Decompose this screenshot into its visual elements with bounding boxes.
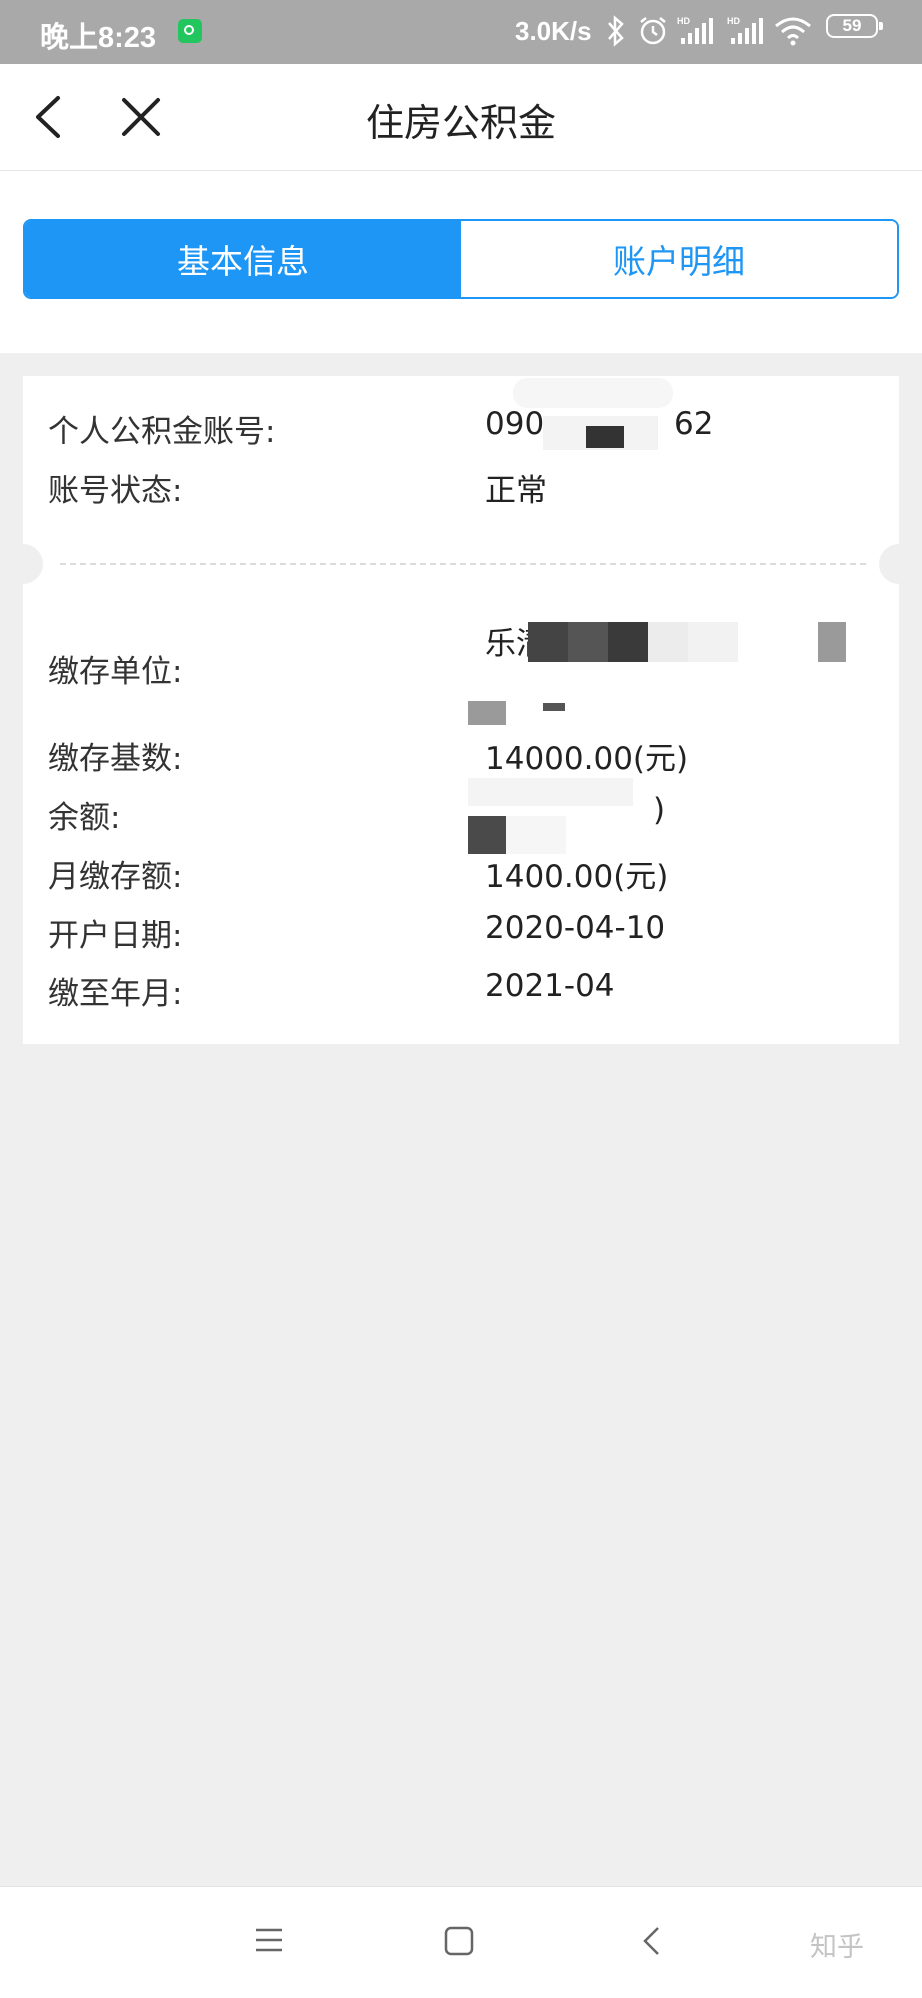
- status-time: 晚上8:23: [40, 22, 157, 54]
- tab-basic-info[interactable]: 基本信息: [25, 221, 461, 297]
- signal-hd-icon: HD: [727, 14, 767, 53]
- tab-area: 基本信息 账户明细: [0, 171, 922, 353]
- home-icon[interactable]: [443, 1925, 475, 1961]
- page-title: 住房公积金: [365, 101, 556, 145]
- redaction-mosaic: [528, 622, 568, 662]
- alarm-icon: [637, 14, 669, 53]
- system-nav-bar: 知乎: [0, 1886, 922, 1998]
- card-notch: [879, 544, 919, 584]
- tab-account-details[interactable]: 账户明细: [461, 221, 897, 297]
- wifi-icon: [773, 14, 813, 53]
- battery-icon: 59: [826, 14, 883, 38]
- redaction-mosaic: [468, 778, 633, 806]
- paid-until-label: 缴至年月:: [48, 976, 183, 1012]
- redaction-mosaic: [818, 622, 846, 662]
- redaction-mosaic: [608, 622, 648, 662]
- redaction-mosaic: [468, 816, 506, 854]
- account-status-value: 正常: [485, 473, 547, 509]
- base-value: 14000.00(元): [485, 741, 689, 777]
- dashed-divider: [60, 563, 866, 565]
- unit-label: 缴存单位:: [48, 654, 183, 690]
- svg-text:HD: HD: [677, 16, 690, 26]
- redaction-mosaic: [513, 378, 673, 408]
- app-notification-icon: [178, 19, 202, 43]
- card-notch: [3, 544, 43, 584]
- redaction-mosaic: [506, 816, 566, 854]
- redaction-mosaic: [543, 703, 565, 711]
- watermark-text: 知乎: [810, 1932, 864, 1963]
- status-bar: 晚上8:23 3.0K/s HD HD 59: [0, 0, 922, 64]
- signal-hd-icon: HD: [677, 14, 717, 53]
- monthly-label: 月缴存额:: [48, 859, 183, 895]
- balance-label: 余额:: [48, 800, 121, 836]
- redaction-mosaic: [468, 701, 506, 725]
- redaction-mosaic: [688, 622, 738, 662]
- open-date-value: 2020-04-10: [485, 910, 666, 946]
- svg-text:HD: HD: [727, 16, 740, 26]
- account-status-label: 账号状态:: [48, 473, 183, 509]
- account-no-value-tail: 62: [674, 406, 714, 442]
- network-speed: 3.0K/s: [515, 16, 592, 46]
- redaction-mosaic: [586, 426, 624, 448]
- balance-value-tail: ): [653, 792, 666, 828]
- tab-bar: 基本信息 账户明细: [23, 219, 899, 299]
- monthly-value: 1400.00(元): [485, 859, 669, 895]
- bluetooth-icon: [605, 14, 627, 53]
- account-no-label: 个人公积金账号:: [48, 414, 276, 450]
- redaction-mosaic: [648, 622, 688, 662]
- info-card: 个人公积金账号: 090 62 账号状态: 正常 缴存单位: 乐清 缴存基数: …: [3, 376, 919, 1044]
- header: 住房公积金: [0, 64, 922, 171]
- account-no-value: 090: [485, 406, 545, 442]
- open-date-label: 开户日期:: [48, 918, 183, 954]
- redaction-mosaic: [568, 622, 608, 662]
- base-label: 缴存基数:: [48, 741, 183, 777]
- paid-until-value: 2021-04: [485, 968, 615, 1004]
- menu-icon[interactable]: [254, 1925, 284, 1959]
- back-icon[interactable]: [640, 1925, 664, 1961]
